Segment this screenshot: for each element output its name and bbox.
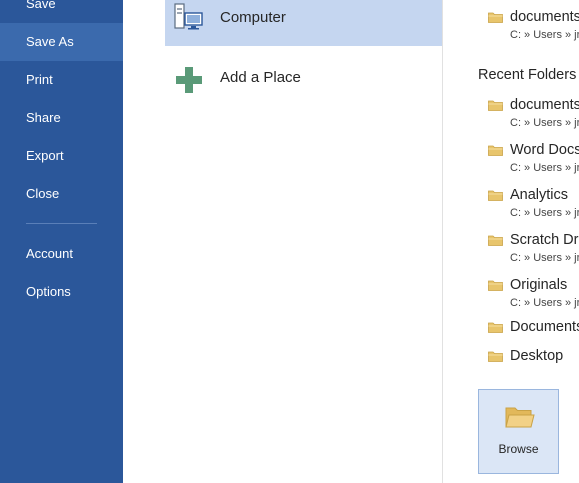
place-add-a-place[interactable]: Add a Place [165,60,442,106]
nav-item-share[interactable]: Share [0,99,123,137]
nav-item-save-as[interactable]: Save As [0,23,123,61]
folder-name: Documents [510,319,579,335]
current-folder-item[interactable]: documents C: » Users » jr [478,7,579,47]
folder-icon [488,322,503,333]
recent-folders-heading: Recent Folders [478,67,577,83]
nav-item-export[interactable]: Export [0,137,123,175]
recent-folder-item[interactable]: Desktop [478,346,579,370]
save-as-backstage: Save Save As Print Share Export Close Ac… [0,0,579,483]
nav-item-save[interactable]: Save [0,0,123,23]
recent-folder-item[interactable]: Scratch Dr C: » Users » jr [478,230,579,270]
folder-icon [488,235,503,246]
folder-name: Analytics [510,187,569,203]
recent-folder-item[interactable]: Word Docs C: » Users » jr [478,140,579,180]
folder-name: documents [510,9,579,25]
add-place-icon [176,67,202,93]
place-add-a-place-label: Add a Place [220,69,301,86]
column-divider [442,0,443,483]
folder-icon [488,12,503,23]
recent-folder-item[interactable]: documents C: » Users » jr [478,95,579,135]
recent-folder-item[interactable]: Originals C: » Users » jr [478,275,579,315]
recent-folder-item[interactable]: Analytics C: » Users » jr [478,185,579,225]
folder-name: documents [510,97,579,113]
folder-path: C: » Users » jr [510,29,579,41]
folder-path: C: » Users » jr [510,252,579,264]
folder-path: C: » Users » jr [510,297,579,309]
computer-icon [174,3,203,30]
browse-label: Browse [498,442,539,456]
nav-divider [26,223,97,224]
place-computer-label: Computer [220,9,286,26]
folder-path: C: » Users » jr [510,207,579,219]
folder-path: C: » Users » jr [510,162,579,174]
folder-icon [488,351,503,362]
folder-icon [488,145,503,156]
folder-name: Word Docs [510,142,579,158]
nav-item-close[interactable]: Close [0,175,123,213]
folder-open-icon [505,407,535,428]
nav-item-account[interactable]: Account [0,235,123,273]
folder-name: Scratch Dr [510,232,579,248]
folder-icon [488,190,503,201]
nav-item-print[interactable]: Print [0,61,123,99]
folder-name: Desktop [510,348,564,364]
recent-folder-item[interactable]: Documents [478,317,579,341]
folder-path: C: » Users » jr [510,117,579,129]
folder-name: Originals [510,277,568,293]
folder-icon [488,100,503,111]
place-computer[interactable]: Computer [165,0,442,46]
browse-button[interactable]: Browse [478,389,559,474]
folder-icon [488,280,503,291]
places-list: Computer Add a Place [123,0,443,483]
nav-item-options[interactable]: Options [0,273,123,311]
backstage-nav: Save Save As Print Share Export Close Ac… [0,0,123,483]
